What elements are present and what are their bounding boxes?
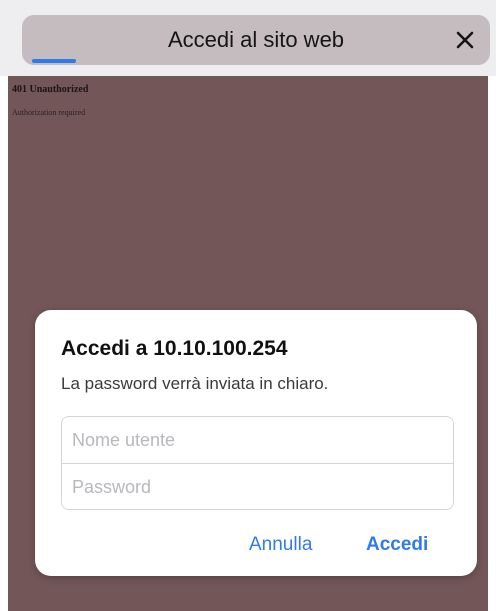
loading-progress-bar (32, 59, 76, 63)
page-title: Accedi al sito web (167, 27, 345, 52)
page-subtext: Authorization required (12, 108, 86, 117)
page-heading: 401 Unauthorized (12, 84, 89, 95)
login-dialog: Accedi a 10.10.100.254 La password verrà… (35, 310, 477, 576)
close-icon (456, 31, 474, 49)
cancel-button[interactable]: Annulla (249, 534, 312, 556)
title-bar: Accedi al sito web (0, 0, 496, 76)
dialog-title: Accedi a 10.10.100.254 (61, 337, 288, 360)
screen: Accedi al sito web 401 Unauthorized Auth… (0, 0, 496, 611)
dialog-message: La password verrà inviata in chiaro. (61, 374, 329, 393)
close-button[interactable] (448, 23, 482, 57)
title-pill: Accedi al sito web (22, 15, 490, 65)
username-field[interactable] (62, 417, 453, 463)
credentials-fields (61, 416, 454, 510)
login-button[interactable]: Accedi (366, 534, 428, 556)
password-field[interactable] (62, 464, 453, 509)
